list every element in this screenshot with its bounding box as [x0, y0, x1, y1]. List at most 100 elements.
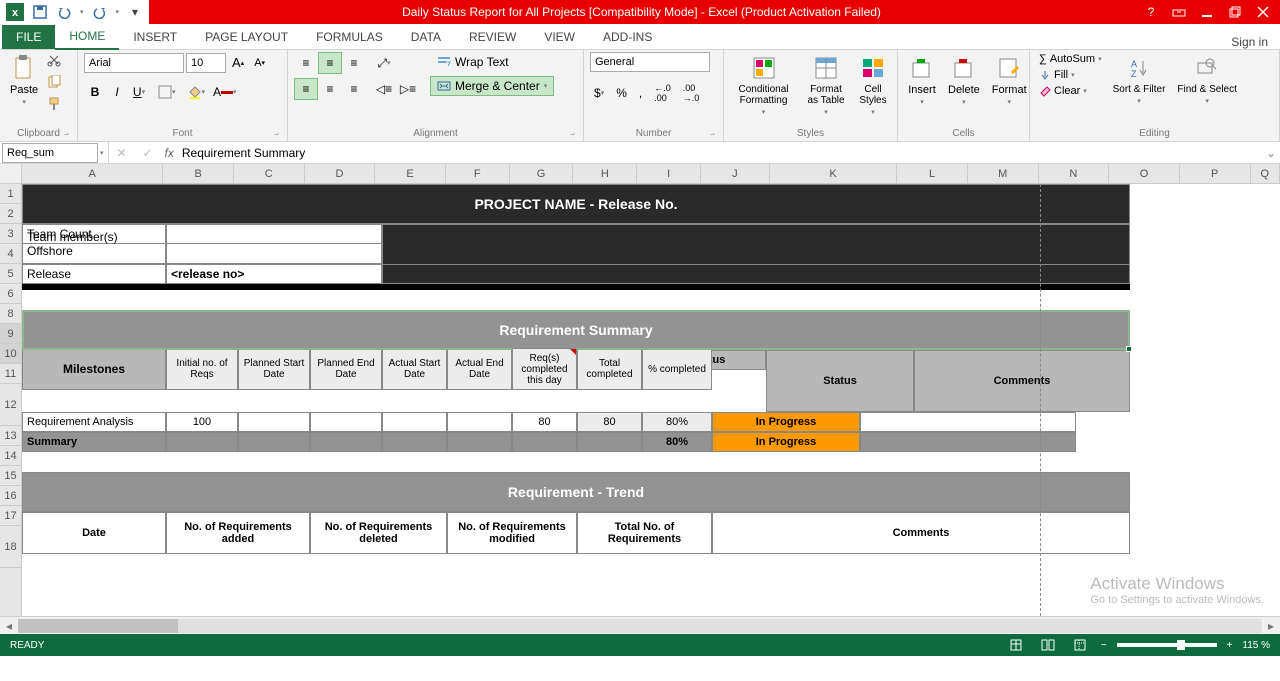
col-header[interactable]: P	[1180, 164, 1251, 183]
redo-dropdown-icon[interactable]: ▾	[116, 8, 120, 16]
team-members-value[interactable]	[166, 224, 382, 264]
row-header[interactable]: 13	[0, 426, 21, 446]
trend-modified-header[interactable]: No. of Requirements modified	[447, 512, 577, 554]
font-size-input[interactable]	[186, 53, 226, 73]
col-header[interactable]: I	[637, 164, 701, 183]
col-header[interactable]: L	[897, 164, 968, 183]
zoom-slider[interactable]	[1117, 643, 1217, 647]
qat-customize-icon[interactable]: ▾	[127, 4, 143, 20]
fill-color-button[interactable]: ▾	[184, 81, 210, 103]
name-box[interactable]	[2, 143, 98, 163]
decrease-decimal-icon[interactable]: .00→.0	[679, 80, 704, 106]
decrease-indent-icon[interactable]: ◁≡	[372, 78, 396, 100]
delete-cells-button[interactable]: Delete▾	[944, 52, 984, 108]
tab-add-ins[interactable]: ADD-INS	[589, 25, 666, 49]
align-middle-icon[interactable]: ≡	[318, 52, 342, 74]
row-header[interactable]: 11	[0, 364, 21, 384]
planned-end-header[interactable]: Planned End Date	[310, 348, 382, 390]
row-header[interactable]: 3	[0, 224, 21, 244]
req-analysis-aend[interactable]	[447, 412, 512, 432]
percent-icon[interactable]: %	[612, 80, 631, 106]
cancel-formula-icon[interactable]: ✕	[109, 146, 135, 160]
requirement-trend-header[interactable]: Requirement - Trend	[22, 472, 1130, 512]
req-analysis-name[interactable]: Requirement Analysis	[22, 412, 166, 432]
close-icon[interactable]	[1254, 3, 1272, 21]
release-value[interactable]: <release no>	[166, 264, 382, 284]
increase-indent-icon[interactable]: ▷≡	[396, 78, 420, 100]
zoom-thumb[interactable]	[1177, 640, 1185, 650]
row-header[interactable]: 18	[0, 526, 21, 568]
formula-input[interactable]	[178, 146, 1262, 160]
italic-button[interactable]: I	[106, 81, 128, 103]
summary-name[interactable]: Summary	[22, 432, 166, 452]
trend-date-header[interactable]: Date	[22, 512, 166, 554]
cut-icon[interactable]	[46, 52, 62, 68]
row-header[interactable]: 6	[0, 284, 21, 304]
minimize-icon[interactable]	[1198, 3, 1216, 21]
summary-pend[interactable]	[310, 432, 382, 452]
summary-pct[interactable]: 80%	[642, 432, 712, 452]
row-header[interactable]: 2	[0, 204, 21, 224]
align-top-icon[interactable]: ≡	[294, 52, 318, 74]
row-header[interactable]: 10	[0, 344, 21, 364]
hscroll-thumb[interactable]	[18, 619, 178, 633]
col-header[interactable]: A	[22, 164, 163, 183]
undo-dropdown-icon[interactable]: ▾	[80, 8, 84, 16]
initial-reqs-header[interactable]: Initial no. of Reqs	[166, 348, 238, 390]
paste-dropdown-icon[interactable]: ▾	[22, 98, 26, 106]
undo-icon[interactable]	[56, 4, 72, 20]
trend-deleted-header[interactable]: No. of Requirements deleted	[310, 512, 447, 554]
summary-astart[interactable]	[382, 432, 447, 452]
increase-font-icon[interactable]: A▴	[228, 52, 248, 73]
find-select-button[interactable]: Find & Select▾	[1173, 52, 1240, 107]
format-cells-button[interactable]: Format▾	[988, 52, 1031, 108]
number-format-select[interactable]	[590, 52, 710, 72]
copy-icon[interactable]	[46, 74, 62, 90]
actual-start-header[interactable]: Actual Start Date	[382, 348, 447, 390]
req-analysis-initial[interactable]: 100	[166, 412, 238, 432]
col-header[interactable]: N	[1039, 164, 1110, 183]
tab-review[interactable]: REVIEW	[455, 25, 530, 49]
zoom-in-icon[interactable]: +	[1227, 640, 1233, 651]
align-bottom-icon[interactable]: ≡	[342, 52, 366, 74]
col-header[interactable]: D	[305, 164, 376, 183]
row-header[interactable]: 16	[0, 486, 21, 506]
pct-completed-header[interactable]: % completed	[642, 348, 712, 390]
scroll-right-icon[interactable]: ▸	[1262, 619, 1280, 633]
req-analysis-status[interactable]: In Progress	[712, 412, 860, 432]
increase-decimal-icon[interactable]: ←.0.00	[650, 80, 675, 106]
summary-pstart[interactable]	[238, 432, 310, 452]
file-tab[interactable]: FILE	[2, 25, 55, 49]
expand-formula-bar-icon[interactable]: ⌄	[1262, 146, 1280, 160]
restore-icon[interactable]	[1226, 3, 1244, 21]
req-analysis-reqday[interactable]: 80	[512, 412, 577, 432]
summary-status[interactable]: In Progress	[712, 432, 860, 452]
border-button[interactable]: ▾	[154, 81, 180, 103]
actual-end-header[interactable]: Actual End Date	[447, 348, 512, 390]
trend-added-header[interactable]: No. of Requirements added	[166, 512, 310, 554]
row-header[interactable]: 8	[0, 304, 21, 324]
col-header[interactable]: M	[968, 164, 1039, 183]
req-analysis-pct[interactable]: 80%	[642, 412, 712, 432]
namebox-dropdown-icon[interactable]: ▾	[100, 149, 108, 157]
trend-comments-header[interactable]: Comments	[712, 512, 1130, 554]
merge-dropdown-icon[interactable]: ▾	[544, 82, 548, 90]
scroll-left-icon[interactable]: ◂	[0, 619, 18, 633]
conditional-formatting-button[interactable]: Conditional Formatting▾	[730, 52, 797, 118]
clear-button[interactable]: Clear▾	[1036, 84, 1105, 98]
summary-initial[interactable]	[166, 432, 238, 452]
requirement-summary-header[interactable]: Requirement Summary	[22, 310, 1130, 350]
format-painter-icon[interactable]	[46, 96, 62, 112]
row-header[interactable]: 17	[0, 506, 21, 526]
font-name-input[interactable]	[84, 53, 184, 73]
req-analysis-pstart[interactable]	[238, 412, 310, 432]
selection-handle[interactable]	[1126, 346, 1132, 352]
project-title-cell[interactable]: PROJECT NAME - Release No.	[22, 184, 1130, 224]
wrap-text-button[interactable]: Wrap Text	[430, 52, 554, 72]
col-header[interactable]: G	[510, 164, 574, 183]
summary-comments[interactable]	[860, 432, 1076, 452]
reqs-day-header[interactable]: Req(s) completed this day	[512, 348, 577, 390]
tab-home[interactable]: HOME	[55, 24, 119, 50]
summary-aend[interactable]	[447, 432, 512, 452]
row-header[interactable]: 5	[0, 264, 21, 284]
